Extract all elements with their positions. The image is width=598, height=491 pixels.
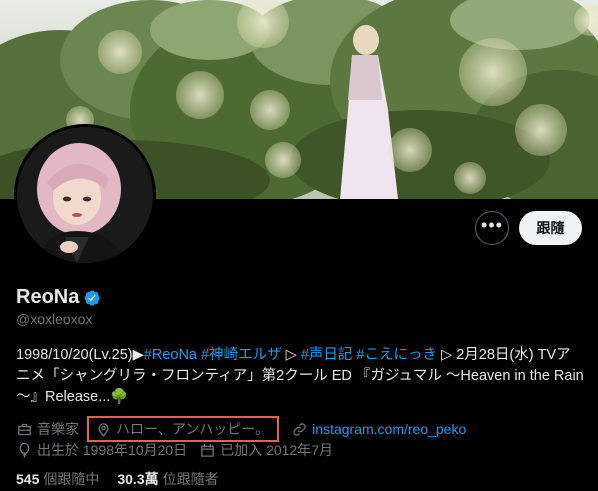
birthday-label: 出生於 1998年10月20日 bbox=[37, 442, 188, 458]
profession-label: 音樂家 bbox=[37, 421, 79, 437]
user-handle: @xoxleoxox bbox=[16, 311, 93, 327]
joined-label: 已加入 2012年7月 bbox=[220, 442, 334, 458]
profile-page: ••• 跟隨 ReoNa @xoxleoxox 1998/10/20(Lv.25… bbox=[0, 0, 598, 491]
more-dots-icon: ••• bbox=[481, 215, 503, 235]
avatar-image bbox=[17, 127, 153, 263]
following-label[interactable]: 個跟隨中 bbox=[43, 469, 99, 489]
profile-meta-row-1: 音樂家 ハロー、アンハッピー。 instagram.com/reo_peko bbox=[16, 416, 478, 442]
follow-button[interactable]: 跟隨 bbox=[519, 211, 582, 245]
location-item: ハロー、アンハッピー。 bbox=[87, 416, 280, 442]
birthday-item: 出生於 1998年10月20日 bbox=[16, 440, 187, 460]
website-item[interactable]: instagram.com/reo_peko bbox=[291, 421, 466, 438]
verified-badge-icon[interactable] bbox=[83, 289, 101, 307]
follow-counts: 545 個跟隨中 30.3萬 位跟隨者 bbox=[16, 469, 237, 489]
more-options-button[interactable]: ••• bbox=[475, 211, 509, 245]
following-count[interactable]: 545 bbox=[16, 471, 39, 487]
location-pin-icon bbox=[98, 422, 109, 437]
hashtag-link[interactable]: #神崎エルザ bbox=[201, 347, 282, 363]
profile-bio: 1998/10/20(Lv.25)▶#ReoNa #神崎エルザ ▷ #声日記 #… bbox=[16, 345, 584, 408]
followers-label[interactable]: 位跟隨者 bbox=[163, 469, 219, 489]
profile-meta-row-2: 出生於 1998年10月20日 已加入 2012年7月 bbox=[16, 440, 345, 460]
website-link[interactable]: instagram.com/reo_peko bbox=[312, 421, 466, 437]
joined-item: 已加入 2012年7月 bbox=[199, 440, 333, 460]
location-label: ハロー、アンハッピー。 bbox=[116, 421, 270, 437]
calendar-icon bbox=[201, 443, 214, 457]
bio-text: 1998/10/20(Lv.25)▶ bbox=[16, 347, 144, 363]
avatar[interactable] bbox=[14, 124, 156, 266]
briefcase-icon bbox=[18, 423, 31, 435]
hashtag-link[interactable]: #こえにっき bbox=[356, 347, 437, 363]
bio-text: ▷ bbox=[281, 347, 301, 363]
display-name-row: ReoNa bbox=[16, 286, 101, 309]
profession-item: 音樂家 bbox=[16, 419, 79, 439]
hashtag-link[interactable]: #声日記 bbox=[301, 347, 353, 363]
hashtag-link[interactable]: #ReoNa bbox=[144, 347, 197, 363]
followers-count[interactable]: 30.3萬 bbox=[117, 469, 158, 489]
display-name: ReoNa bbox=[16, 286, 80, 308]
balloon-icon bbox=[19, 442, 30, 458]
link-icon bbox=[293, 422, 306, 436]
